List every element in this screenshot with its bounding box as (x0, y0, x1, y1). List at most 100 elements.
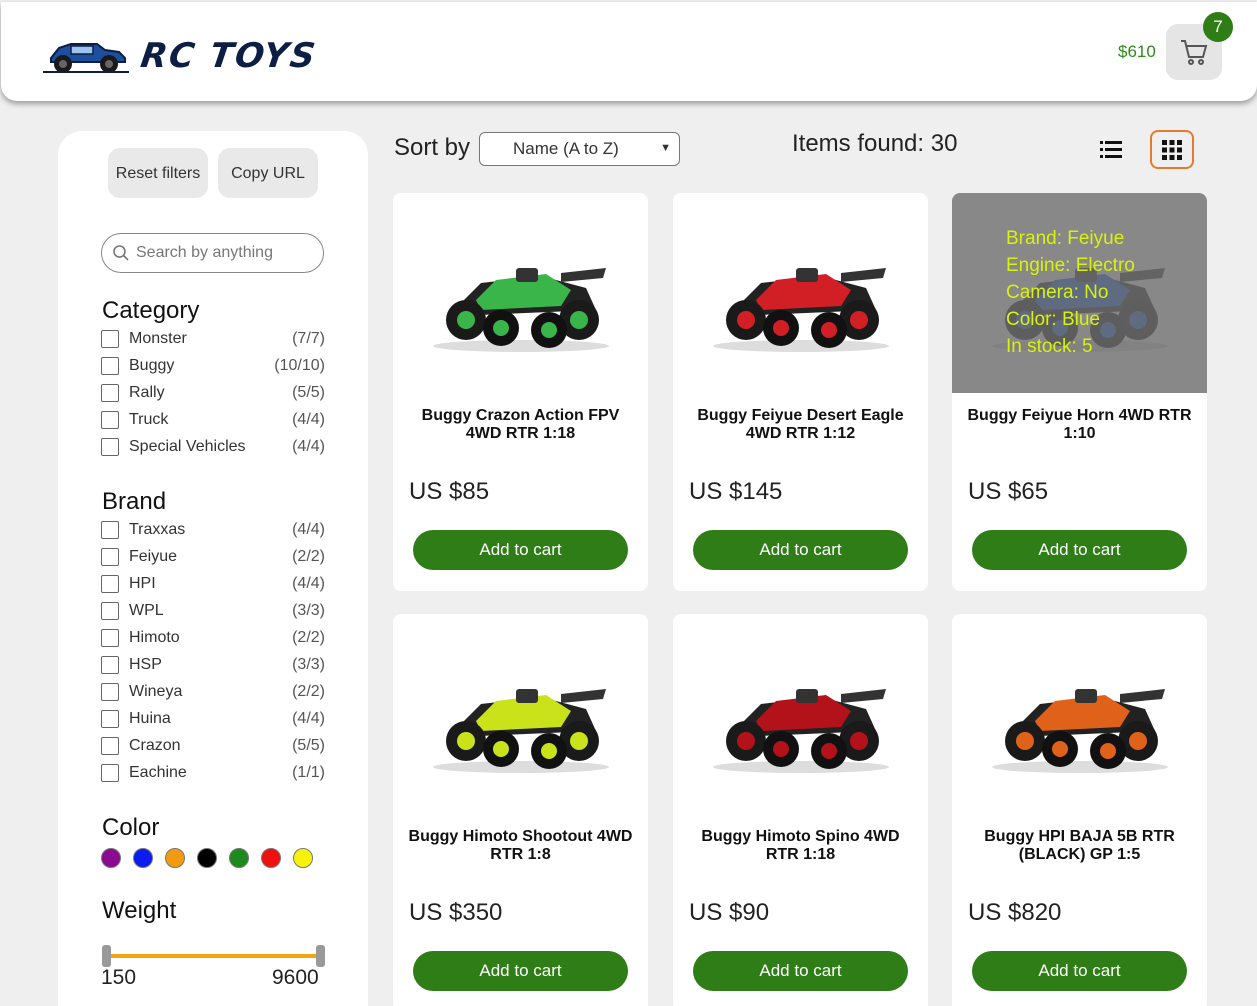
weight-min-handle[interactable] (102, 945, 111, 967)
category-option-buggy[interactable]: Buggy (10/10) (101, 354, 325, 378)
brand-option-crazon[interactable]: Crazon (5/5) (101, 734, 325, 758)
brand-name: RC TOYS (138, 36, 320, 76)
detail-stock: In stock: 5 (1006, 336, 1093, 357)
product-title[interactable]: Buggy Feiyue Desert Eagle 4WD RTR 1:12 (683, 407, 918, 443)
option-count: (3/3) (292, 656, 325, 673)
add-to-cart-button[interactable]: Add to cart (413, 530, 628, 570)
brand-title: Brand (102, 488, 167, 515)
copy-url-button[interactable]: Copy URL (218, 148, 318, 198)
add-to-cart-button[interactable]: Add to cart (972, 951, 1187, 991)
checkbox[interactable] (101, 438, 119, 456)
brand-option-feiyue[interactable]: Feiyue (2/2) (101, 545, 325, 569)
product-price: US $820 (968, 899, 1062, 926)
checkbox[interactable] (101, 710, 119, 728)
product-card[interactable]: Buggy Feiyue Desert Eagle 4WD RTR 1:12 U… (673, 193, 928, 591)
search-input[interactable] (136, 244, 316, 262)
product-price: US $350 (409, 899, 503, 926)
weight-slider-track[interactable] (106, 954, 320, 958)
color-swatch-black[interactable] (197, 848, 217, 868)
option-count: (2/2) (292, 683, 325, 700)
product-card[interactable]: Buggy Himoto Spino 4WD RTR 1:18 US $90 A… (673, 614, 928, 1006)
weight-max-value: 9600 (272, 966, 319, 989)
add-to-cart-button[interactable]: Add to cart (693, 951, 908, 991)
rc-car-image (432, 689, 609, 773)
category-title: Category (102, 297, 200, 324)
color-swatch-orange[interactable] (165, 848, 185, 868)
sort-select[interactable]: Name (A to Z) ▼ (479, 132, 680, 166)
color-swatch-blue[interactable] (133, 848, 153, 868)
option-label: Truck (129, 411, 169, 428)
weight-max-handle[interactable] (316, 945, 325, 967)
category-option-monster[interactable]: Monster (7/7) (101, 327, 325, 351)
weight-title: Weight (102, 897, 177, 924)
checkbox[interactable] (101, 521, 119, 539)
header: RC TOYS $610 (1, 2, 1257, 101)
checkbox[interactable] (101, 330, 119, 348)
add-to-cart-button[interactable]: Add to cart (972, 530, 1187, 570)
rc-car-image (991, 689, 1168, 773)
color-swatch-purple[interactable] (101, 848, 121, 868)
brand-option-himoto[interactable]: Himoto (2/2) (101, 626, 325, 650)
product-card[interactable]: Brand: Feiyue Engine: Electro Camera: No… (952, 193, 1207, 591)
product-card[interactable]: Buggy Crazon Action FPV 4WD RTR 1:18 US … (393, 193, 648, 591)
checkbox[interactable] (101, 737, 119, 755)
product-price: US $65 (968, 478, 1049, 505)
option-count: (1/1) (292, 764, 325, 781)
color-title: Color (102, 814, 160, 841)
brand-option-huina[interactable]: Huina (4/4) (101, 707, 325, 731)
weight-min-value: 150 (101, 966, 137, 989)
detail-color: Color: Blue (1006, 309, 1100, 330)
checkbox[interactable] (101, 764, 119, 782)
product-title[interactable]: Buggy HPI BAJA 5B RTR (BLACK) GP 1:5 (962, 828, 1197, 864)
brand-option-traxxas[interactable]: Traxxas (4/4) (101, 518, 325, 542)
search-field[interactable] (101, 233, 324, 273)
option-label: Crazon (129, 737, 181, 754)
brand-option-eachine[interactable]: Eachine (1/1) (101, 761, 325, 785)
product-image[interactable] (952, 614, 1207, 814)
brand-option-wpl[interactable]: WPL (3/3) (101, 599, 325, 623)
checkbox[interactable] (101, 548, 119, 566)
checkbox[interactable] (101, 575, 119, 593)
category-option-rally[interactable]: Rally (5/5) (101, 381, 325, 405)
product-title[interactable]: Buggy Himoto Spino 4WD RTR 1:18 (683, 828, 918, 864)
color-swatch-yellow[interactable] (293, 848, 313, 868)
color-swatch-green[interactable] (229, 848, 249, 868)
product-title[interactable]: Buggy Himoto Shootout 4WD RTR 1:8 (403, 828, 638, 864)
product-card[interactable]: Buggy HPI BAJA 5B RTR (BLACK) GP 1:5 US … (952, 614, 1207, 1006)
rc-car-image (432, 268, 609, 352)
list-view-button[interactable] (1100, 140, 1122, 160)
option-label: Special Vehicles (129, 438, 246, 455)
reset-filters-button[interactable]: Reset filters (108, 148, 208, 198)
product-title[interactable]: Buggy Crazon Action FPV 4WD RTR 1:18 (403, 407, 638, 443)
logo[interactable]: RC TOYS (41, 36, 320, 76)
add-to-cart-button[interactable]: Add to cart (413, 951, 628, 991)
option-count: (2/2) (292, 629, 325, 646)
brand-option-hpi[interactable]: HPI (4/4) (101, 572, 325, 596)
grid-view-button[interactable] (1150, 130, 1194, 169)
checkbox[interactable] (101, 384, 119, 402)
category-option-special-vehicles[interactable]: Special Vehicles (4/4) (101, 435, 325, 459)
checkbox[interactable] (101, 411, 119, 429)
checkbox[interactable] (101, 357, 119, 375)
add-to-cart-button[interactable]: Add to cart (693, 530, 908, 570)
chevron-down-icon: ▼ (660, 142, 671, 154)
product-image[interactable] (673, 614, 928, 814)
checkbox[interactable] (101, 656, 119, 674)
brand-option-hsp[interactable]: HSP (3/3) (101, 653, 325, 677)
color-swatch-red[interactable] (261, 848, 281, 868)
option-label: Wineya (129, 683, 183, 700)
product-image[interactable] (673, 193, 928, 393)
rc-car-image (712, 689, 889, 773)
checkbox[interactable] (101, 602, 119, 620)
checkbox[interactable] (101, 629, 119, 647)
product-card[interactable]: Buggy Himoto Shootout 4WD RTR 1:8 US $35… (393, 614, 648, 1006)
product-title[interactable]: Buggy Feiyue Horn 4WD RTR 1:10 (962, 407, 1197, 443)
category-option-truck[interactable]: Truck (4/4) (101, 408, 325, 432)
product-image[interactable] (393, 193, 648, 393)
product-image[interactable] (393, 614, 648, 814)
checkbox[interactable] (101, 683, 119, 701)
brand-option-wineya[interactable]: Wineya (2/2) (101, 680, 325, 704)
option-count: (5/5) (292, 737, 325, 754)
option-label: HPI (129, 575, 156, 592)
option-count: (2/2) (292, 548, 325, 565)
